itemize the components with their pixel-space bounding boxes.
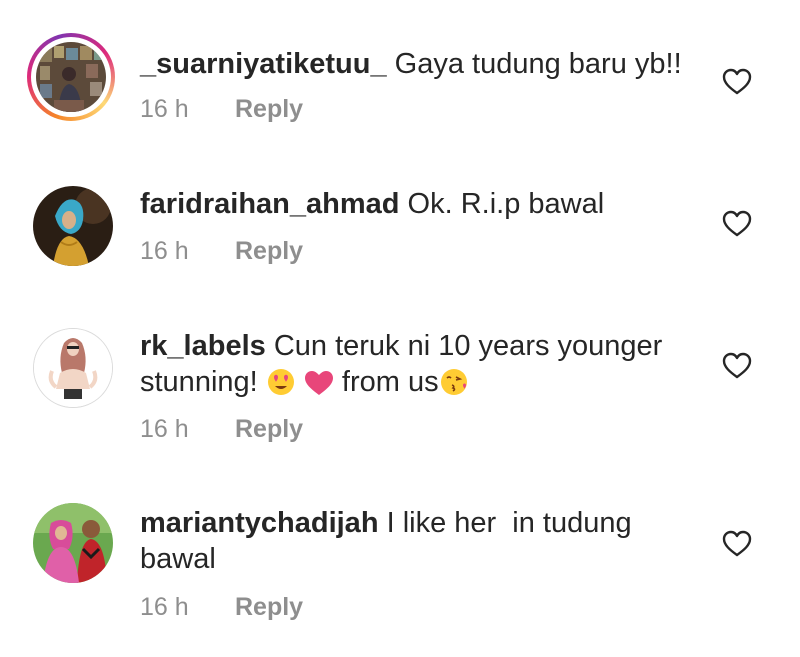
comment-text-continued: from us (341, 366, 439, 398)
avatar[interactable] (27, 33, 115, 121)
comment-text: Gaya tudung baru yb!! (394, 48, 682, 80)
comment-timestamp: 16 h (140, 95, 189, 123)
avatar-image (33, 503, 113, 583)
comment-text: I like her in tudung (386, 507, 632, 539)
comment-username[interactable]: faridraihan_ahmad (140, 188, 399, 220)
reply-button[interactable]: Reply (235, 94, 303, 124)
comment-username[interactable]: _suarniyatiketuu_ (140, 48, 387, 80)
avatar-image (36, 42, 106, 112)
avatar-image (33, 328, 113, 408)
comment-text: Ok. R.i.p bawal (407, 188, 605, 220)
comment-timestamp: 16 h (140, 415, 189, 443)
avatar-image (33, 186, 113, 266)
comment-username[interactable]: mariantychadijah (140, 507, 379, 539)
reply-button[interactable]: Reply (235, 592, 303, 622)
reply-button[interactable]: Reply (235, 414, 303, 444)
comment-text-continued: stunning! (140, 366, 258, 398)
comment-text: Cun teruk ni 10 years younger (273, 330, 663, 362)
comment-timestamp: 16 h (140, 593, 189, 621)
pink-heart-icon (304, 369, 334, 406)
heart-outline-icon[interactable] (722, 68, 752, 96)
comment-username[interactable]: rk_labels (140, 330, 266, 362)
avatar[interactable] (27, 497, 115, 585)
face-blowing-kiss-icon (439, 367, 471, 406)
heart-outline-icon[interactable] (722, 530, 752, 558)
reply-button[interactable]: Reply (235, 236, 303, 266)
heart-outline-icon[interactable] (722, 210, 752, 238)
smiling-face-heart-eyes-icon (266, 367, 296, 406)
heart-outline-icon[interactable] (722, 352, 752, 380)
avatar[interactable] (27, 322, 115, 410)
comment-timestamp: 16 h (140, 237, 189, 265)
comment-text-continued: bawal (140, 543, 216, 575)
avatar[interactable] (27, 180, 115, 268)
comments-page: _suarniyatiketuu_ Gaya tudung baru yb!! … (0, 0, 800, 657)
